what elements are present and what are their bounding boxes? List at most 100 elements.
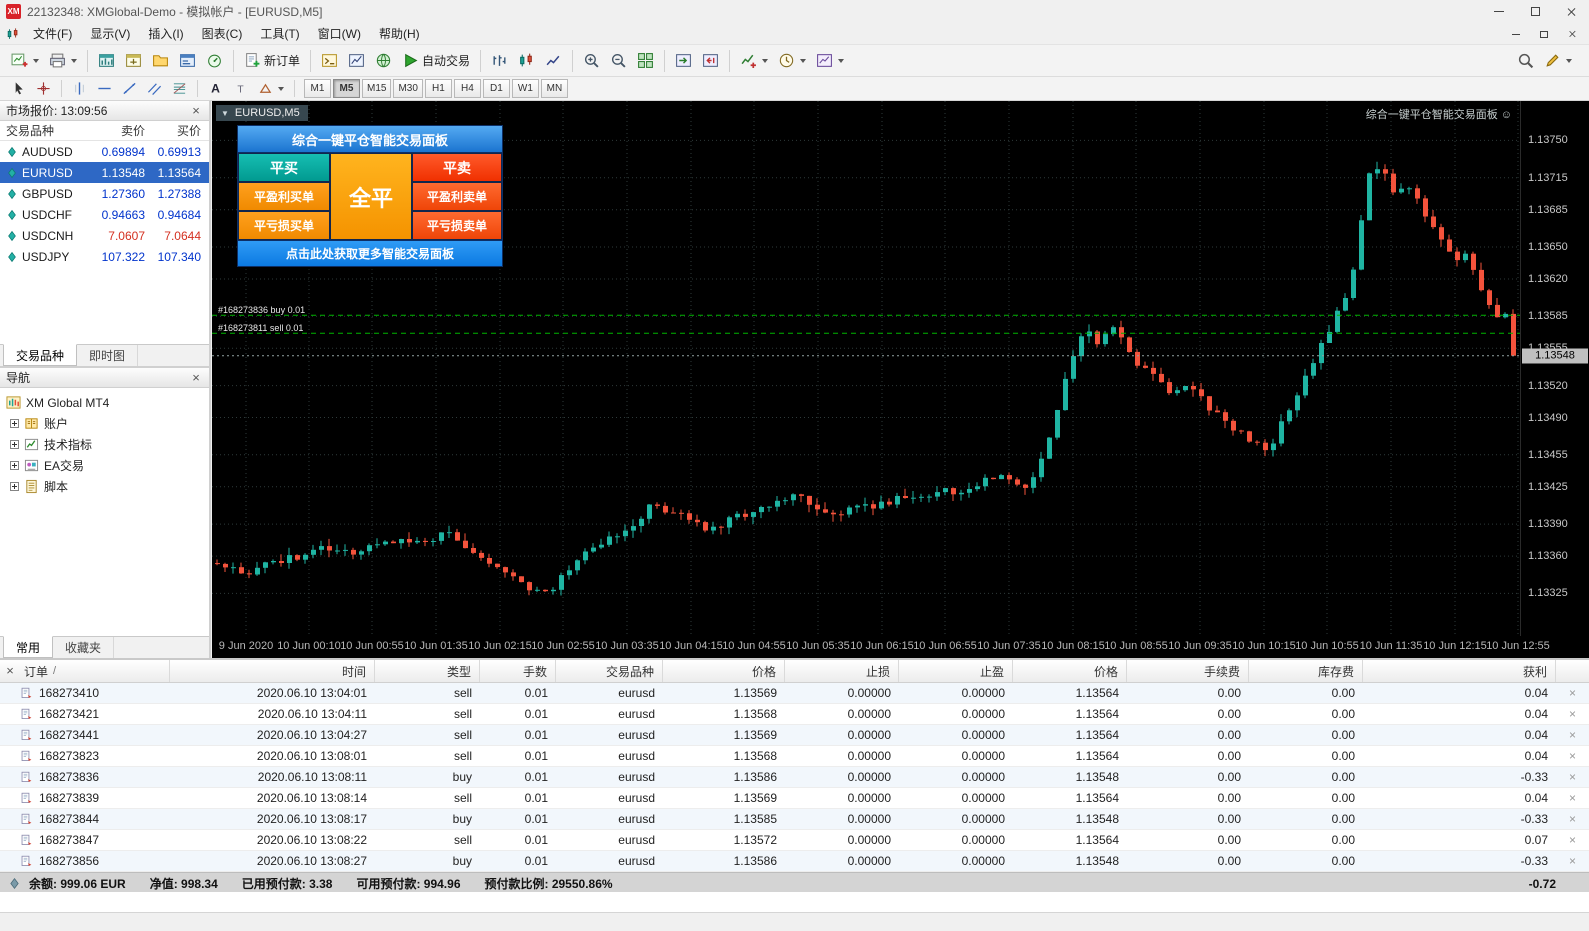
search-button[interactable]: [1512, 48, 1539, 73]
timeframe-mn-button[interactable]: MN: [541, 79, 568, 98]
navigator-item-indicators[interactable]: 技术指标: [0, 434, 209, 455]
cursor-tool-button[interactable]: [6, 79, 31, 99]
mdi-restore-button[interactable]: [1531, 25, 1557, 43]
fibonacci-tool-button[interactable]: [167, 79, 192, 99]
close-order-button[interactable]: ×: [1556, 749, 1589, 763]
order-row[interactable]: 1682738232020.06.10 13:08:01sell0.01euru…: [0, 746, 1589, 767]
menu-item-4[interactable]: 工具(T): [251, 23, 308, 44]
timeframe-h1-button[interactable]: H1: [425, 79, 452, 98]
column-bid[interactable]: 卖价: [88, 122, 149, 139]
templates-button[interactable]: [811, 48, 849, 73]
indicators-list-button[interactable]: [735, 48, 773, 73]
market-watch-button[interactable]: [93, 48, 120, 73]
market-watch-tab-1[interactable]: 即时图: [77, 345, 138, 366]
order-row[interactable]: 1682738562020.06.10 13:08:27buy0.01eurus…: [0, 851, 1589, 872]
expand-plus-icon[interactable]: [10, 482, 19, 491]
chart-plot-area[interactable]: #168273836 buy 0.01#168273811 sell 0.01 …: [212, 101, 1520, 636]
tile-windows-button[interactable]: [632, 48, 659, 73]
orders-column-header-6[interactable]: 止损: [785, 660, 899, 682]
text-label-tool-button[interactable]: T: [228, 79, 253, 99]
market-watch-row[interactable]: GBPUSD1.273601.27388: [0, 183, 209, 204]
orders-column-header-7[interactable]: 止盈: [899, 660, 1013, 682]
menu-item-6[interactable]: 帮助(H): [370, 23, 429, 44]
orders-column-header-3[interactable]: 手数: [480, 660, 556, 682]
market-watch-row[interactable]: USDCHF0.946630.94684: [0, 204, 209, 225]
timeframe-m15-button[interactable]: M15: [362, 79, 391, 98]
price-axis[interactable]: 1.137501.137151.136851.136501.136201.135…: [1520, 101, 1589, 636]
orders-column-header-0[interactable]: 订单/: [0, 660, 170, 682]
column-symbol[interactable]: 交易品种: [0, 122, 88, 139]
menu-item-5[interactable]: 窗口(W): [309, 23, 370, 44]
bar-chart-mode-button[interactable]: [486, 48, 513, 73]
orders-column-header-10[interactable]: 库存费: [1249, 660, 1363, 682]
market-watch-row[interactable]: EURUSD1.135481.13564: [0, 162, 209, 183]
horizontal-line-tool-button[interactable]: [92, 79, 117, 99]
close-profit-buy-button[interactable]: 平盈利买单: [238, 182, 330, 211]
close-order-button[interactable]: ×: [1556, 833, 1589, 847]
timeframe-m5-button[interactable]: M5: [333, 79, 360, 98]
navigator-item-scripts[interactable]: 脚本: [0, 476, 209, 497]
auto-scroll-button[interactable]: [670, 48, 697, 73]
navigator-close-button[interactable]: ×: [189, 371, 203, 384]
quick-edit-button[interactable]: [1539, 48, 1577, 73]
timeframe-m1-button[interactable]: M1: [304, 79, 331, 98]
navigator-button[interactable]: [147, 48, 174, 73]
line-chart-mode-button[interactable]: [540, 48, 567, 73]
market-watch-close-button[interactable]: ×: [189, 104, 203, 117]
new-chart-button[interactable]: [6, 48, 44, 73]
close-loss-buy-button[interactable]: 平亏损买单: [238, 211, 330, 240]
menu-item-3[interactable]: 图表(C): [193, 23, 252, 44]
mdi-close-button[interactable]: [1559, 25, 1585, 43]
order-row[interactable]: 1682738472020.06.10 13:08:22sell0.01euru…: [0, 830, 1589, 851]
timeframe-d1-button[interactable]: D1: [483, 79, 510, 98]
minimize-button[interactable]: [1481, 0, 1517, 23]
orders-column-header-8[interactable]: 价格: [1013, 660, 1127, 682]
navigator-tab-1[interactable]: 收藏夹: [53, 637, 114, 658]
text-tool-button[interactable]: A: [203, 79, 228, 99]
terminal-button[interactable]: [174, 48, 201, 73]
close-order-button[interactable]: ×: [1556, 812, 1589, 826]
close-all-button[interactable]: 全平: [330, 153, 412, 240]
close-buy-button[interactable]: 平买: [238, 153, 330, 182]
menu-item-0[interactable]: 文件(F): [24, 23, 81, 44]
orders-column-header-11[interactable]: 获利: [1363, 660, 1556, 682]
chart-symbol-chip[interactable]: ▼ EURUSD,M5: [216, 105, 308, 121]
expand-plus-icon[interactable]: [10, 419, 19, 428]
channel-tool-button[interactable]: [142, 79, 167, 99]
mql5-community-button[interactable]: [370, 48, 397, 73]
close-order-button[interactable]: ×: [1556, 770, 1589, 784]
profiles-button[interactable]: [44, 48, 82, 73]
order-row[interactable]: 1682738442020.06.10 13:08:17buy0.01eurus…: [0, 809, 1589, 830]
market-watch-row[interactable]: AUDUSD0.698940.69913: [0, 141, 209, 162]
time-axis[interactable]: 9 Jun 202010 Jun 00:1010 Jun 00:5510 Jun…: [212, 636, 1520, 658]
market-watch-tab-0[interactable]: 交易品种: [3, 344, 77, 366]
expand-plus-icon[interactable]: [10, 440, 19, 449]
orders-column-header-2[interactable]: 类型: [375, 660, 480, 682]
menu-item-1[interactable]: 显示(V): [81, 23, 139, 44]
orders-column-header-1[interactable]: 时间: [170, 660, 375, 682]
order-row[interactable]: 1682734412020.06.10 13:04:27sell0.01euru…: [0, 725, 1589, 746]
data-window-button[interactable]: [120, 48, 147, 73]
close-order-button[interactable]: ×: [1556, 791, 1589, 805]
chart-options-button[interactable]: [343, 48, 370, 73]
close-sell-button[interactable]: 平卖: [412, 153, 502, 182]
strategy-tester-button[interactable]: [201, 48, 228, 73]
close-loss-sell-button[interactable]: 平亏损卖单: [412, 211, 502, 240]
column-ask[interactable]: 买价: [149, 122, 207, 139]
arrows-tool-button[interactable]: [253, 79, 289, 99]
order-row[interactable]: 1682738392020.06.10 13:08:14sell0.01euru…: [0, 788, 1589, 809]
orders-column-header-5[interactable]: 价格: [663, 660, 785, 682]
mdi-minimize-button[interactable]: [1503, 25, 1529, 43]
order-row[interactable]: 1682738362020.06.10 13:08:11buy0.01eurus…: [0, 767, 1589, 788]
market-watch-row[interactable]: USDJPY107.322107.340: [0, 246, 209, 267]
trendline-tool-button[interactable]: [117, 79, 142, 99]
navigator-root[interactable]: XM Global MT4: [0, 392, 209, 413]
timeframe-m30-button[interactable]: M30: [393, 79, 422, 98]
expand-plus-icon[interactable]: [10, 461, 19, 470]
zoom-out-button[interactable]: [605, 48, 632, 73]
navigator-tab-0[interactable]: 常用: [3, 636, 53, 658]
zoom-in-button[interactable]: [578, 48, 605, 73]
navigator-item-experts[interactable]: EA交易: [0, 455, 209, 476]
close-profit-sell-button[interactable]: 平盈利卖单: [412, 182, 502, 211]
close-button[interactable]: [1553, 0, 1589, 23]
